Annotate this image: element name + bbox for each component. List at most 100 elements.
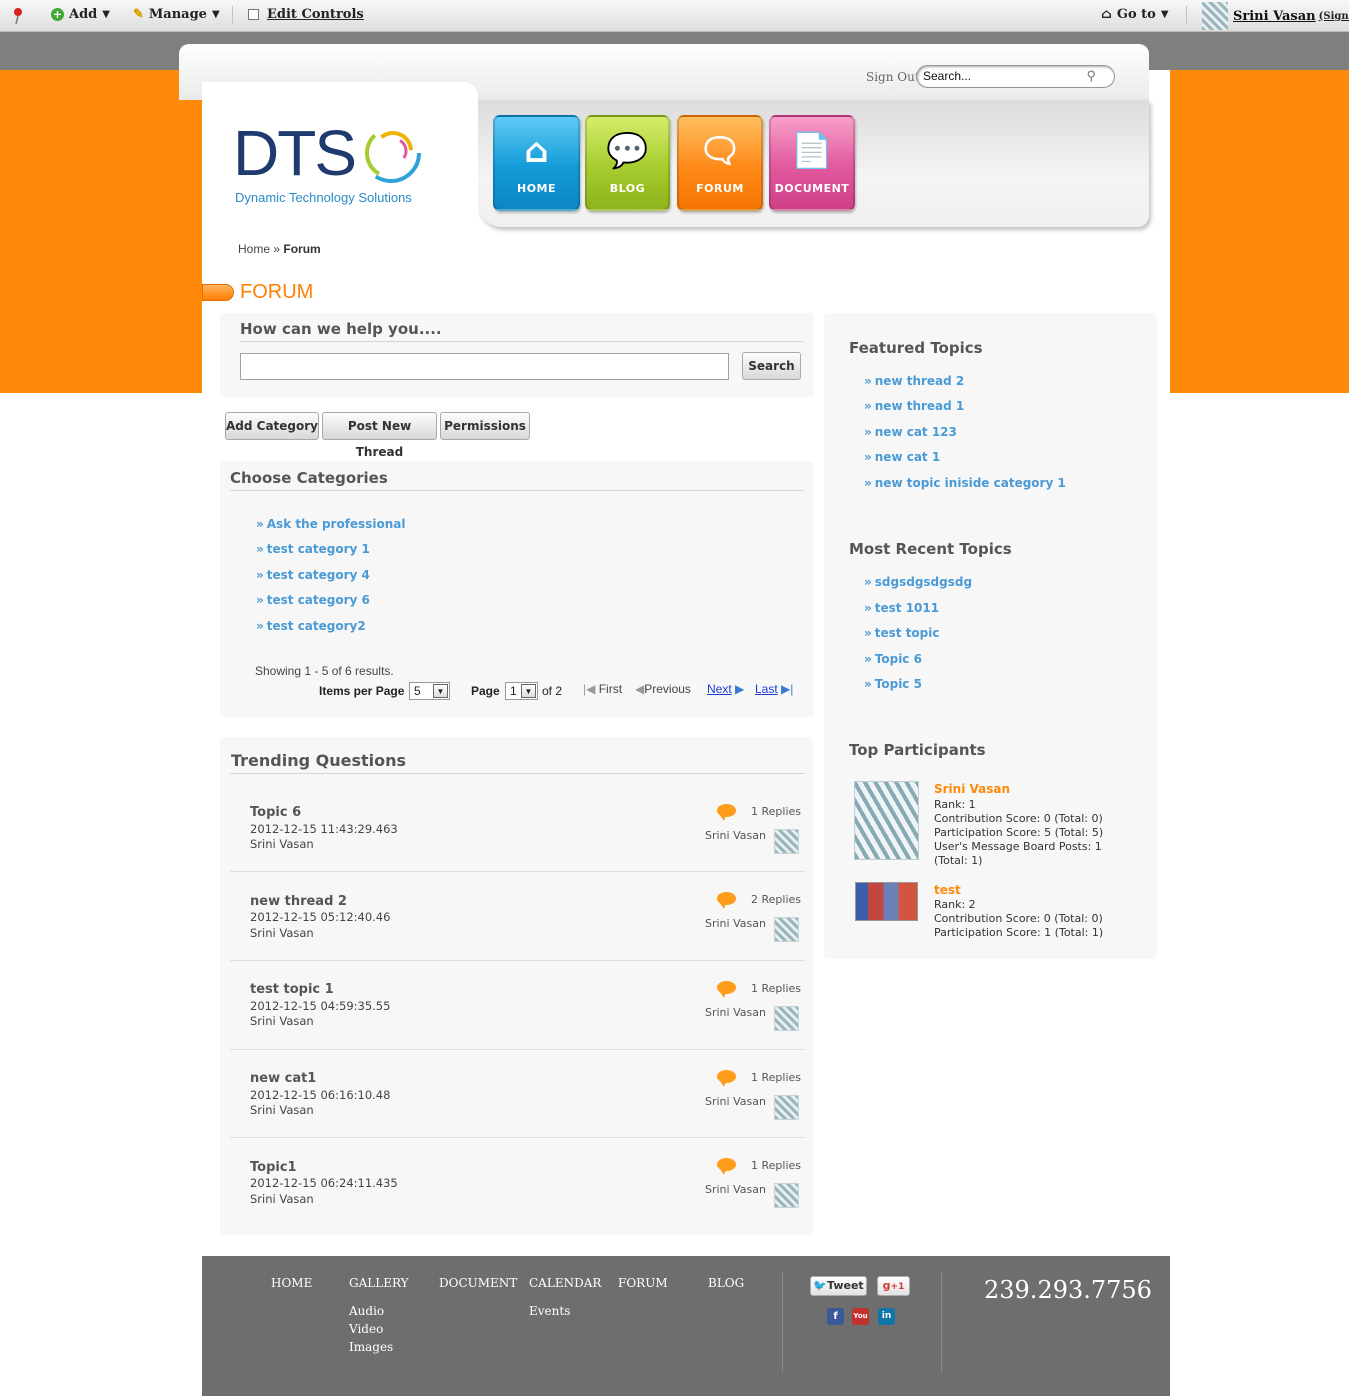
category-link[interactable]: » test category 1 <box>256 542 370 556</box>
gplus-icon: g <box>882 1279 891 1292</box>
avatar[interactable] <box>774 1183 799 1208</box>
items-per-page-select[interactable]: 5 ▼ <box>409 682 450 700</box>
chevron-down-icon: ▼ <box>433 684 448 698</box>
footer-link-document[interactable]: DOCUMENT <box>439 1276 517 1290</box>
last-page-link[interactable]: Last ▶| <box>755 682 793 696</box>
participant-avatar[interactable] <box>854 781 919 860</box>
last-poster: Srini Vasan <box>705 917 766 930</box>
breadcrumb-current: Forum <box>283 242 321 256</box>
footer-sublink[interactable]: Images <box>349 1340 393 1354</box>
recent-topic-link[interactable]: » test topic <box>864 626 940 640</box>
participant-stat: Rank: 1 <box>934 798 976 811</box>
next-page-link[interactable]: Next ▶ <box>707 682 744 696</box>
goto-menu[interactable]: ⌂ Go to ▼ <box>1101 7 1169 22</box>
trending-topic-link[interactable]: Topic1 <box>250 1160 297 1175</box>
user-menu[interactable]: Srini Vasan (Sign Out) <box>1202 2 1349 30</box>
divider <box>941 1272 942 1372</box>
recent-topic-link[interactable]: » sdgsdgsdgsdg <box>864 575 972 589</box>
header-search-value: Search... <box>923 69 972 83</box>
footer-link-forum[interactable]: FORUM <box>618 1276 668 1290</box>
tweet-button[interactable]: 🐦Tweet <box>810 1276 867 1296</box>
featured-topic-link[interactable]: » new cat 123 <box>864 425 957 439</box>
pencil-icon: ✎ <box>133 7 144 22</box>
trending-topic-link[interactable]: new cat1 <box>250 1071 316 1086</box>
footer-sublink[interactable]: Events <box>529 1304 570 1318</box>
featured-topic-link[interactable]: » new thread 2 <box>864 374 964 388</box>
previous-icon: ◀ <box>635 682 645 696</box>
help-search-button[interactable]: Search <box>742 352 801 380</box>
add-category-button[interactable]: Add Category <box>225 412 319 440</box>
chat-bubbles-icon: 🗨 <box>698 131 742 171</box>
featured-topic-link[interactable]: » new topic iniside category 1 <box>864 476 1066 490</box>
last-page-icon: ▶| <box>781 682 794 696</box>
avatar[interactable] <box>774 829 799 854</box>
dts-logo[interactable]: DTS Dynamic Technology Solutions <box>233 118 423 205</box>
category-link[interactable]: » Ask the professional <box>256 517 405 531</box>
nav-home-button[interactable]: ⌂ HOME <box>493 115 580 211</box>
page-select[interactable]: 1 ▼ <box>505 682 538 700</box>
post-new-thread-button[interactable]: Post New Thread <box>322 412 437 459</box>
divider <box>230 960 805 961</box>
recent-topic-link[interactable]: » test 1011 <box>864 601 939 615</box>
manage-menu[interactable]: ✎ Manage ▼ <box>133 7 220 22</box>
trending-topic-link[interactable]: new thread 2 <box>250 894 347 909</box>
footer-link-home[interactable]: HOME <box>271 1276 312 1290</box>
pin-icon[interactable] <box>12 7 24 25</box>
youtube-icon[interactable]: You <box>852 1308 869 1325</box>
breadcrumb-home-link[interactable]: Home <box>238 242 270 256</box>
checkbox[interactable] <box>248 9 259 20</box>
avatar[interactable] <box>774 917 799 942</box>
participant-avatar[interactable] <box>855 882 918 921</box>
toolbar-sign-out-link[interactable]: (Sign Out) <box>1319 11 1349 22</box>
category-link[interactable]: » test category 6 <box>256 593 370 607</box>
avatar <box>1202 2 1228 30</box>
avatar[interactable] <box>774 1095 799 1120</box>
document-icon: 📄 <box>790 131 834 171</box>
results-summary: Showing 1 - 5 of 6 results. <box>255 664 394 678</box>
trending-date: 2012-12-15 04:59:35.55 <box>250 999 391 1013</box>
facebook-icon[interactable]: f <box>827 1308 844 1325</box>
top-toolbar: + Add ▼ ✎ Manage ▼ Edit Controls ⌂ Go to… <box>0 0 1349 32</box>
featured-topic-link[interactable]: » new cat 1 <box>864 450 940 464</box>
comment-icon <box>717 1158 736 1175</box>
header-search-input[interactable]: Search... ⚲ <box>916 65 1115 88</box>
gplus-button[interactable]: g+1 <box>877 1276 910 1296</box>
nav-document-button[interactable]: 📄 DOCUMENT <box>769 115 855 211</box>
nav-blog-button[interactable]: 💬 BLOG <box>585 115 670 211</box>
previous-page-link[interactable]: ◀Previous <box>635 682 691 696</box>
chat-users-icon: 💬 <box>606 131 649 171</box>
comment-icon <box>717 892 736 909</box>
participant-name-link[interactable]: test <box>934 883 961 897</box>
permissions-button[interactable]: Permissions <box>440 412 530 440</box>
featured-topic-link[interactable]: » new thread 1 <box>864 399 964 413</box>
user-name-link[interactable]: Srini Vasan <box>1233 9 1316 24</box>
sign-out-link[interactable]: Sign Out <box>866 70 920 84</box>
participant-stat: Participation Score: 5 (Total: 5) <box>934 826 1104 839</box>
recent-topic-link[interactable]: » Topic 5 <box>864 677 922 691</box>
category-link[interactable]: » test category 4 <box>256 568 370 582</box>
category-link[interactable]: » test category2 <box>256 619 366 633</box>
footer-sublink[interactable]: Video <box>349 1322 383 1336</box>
search-icon[interactable]: ⚲ <box>1086 68 1096 84</box>
linkedin-icon[interactable]: in <box>878 1308 895 1325</box>
home-icon: ⌂ <box>524 131 549 171</box>
trending-author: Srini Vasan <box>250 1103 314 1117</box>
footer-link-gallery[interactable]: GALLERY <box>349 1276 409 1290</box>
trending-topic-link[interactable]: test topic 1 <box>250 982 334 997</box>
add-menu[interactable]: + Add ▼ <box>51 7 110 22</box>
breadcrumb-separator: » <box>273 242 281 256</box>
nav-forum-button[interactable]: 🗨 FORUM <box>677 115 763 211</box>
footer-sublink[interactable]: Audio <box>349 1304 384 1318</box>
footer-link-calendar[interactable]: CALENDAR <box>529 1276 601 1290</box>
participant-name-link[interactable]: Srini Vasan <box>934 782 1010 796</box>
edit-controls-toggle[interactable]: Edit Controls <box>248 7 364 22</box>
featured-topics-heading: Featured Topics <box>849 339 983 357</box>
nav-blog-label: BLOG <box>609 182 646 195</box>
avatar[interactable] <box>774 1006 799 1031</box>
first-page-link[interactable]: |◀ First <box>583 682 622 696</box>
help-search-input[interactable] <box>240 353 729 380</box>
trending-date: 2012-12-15 05:12:40.46 <box>250 910 391 924</box>
trending-topic-link[interactable]: Topic 6 <box>250 805 301 820</box>
recent-topic-link[interactable]: » Topic 6 <box>864 652 922 666</box>
footer-link-blog[interactable]: BLOG <box>708 1276 744 1290</box>
